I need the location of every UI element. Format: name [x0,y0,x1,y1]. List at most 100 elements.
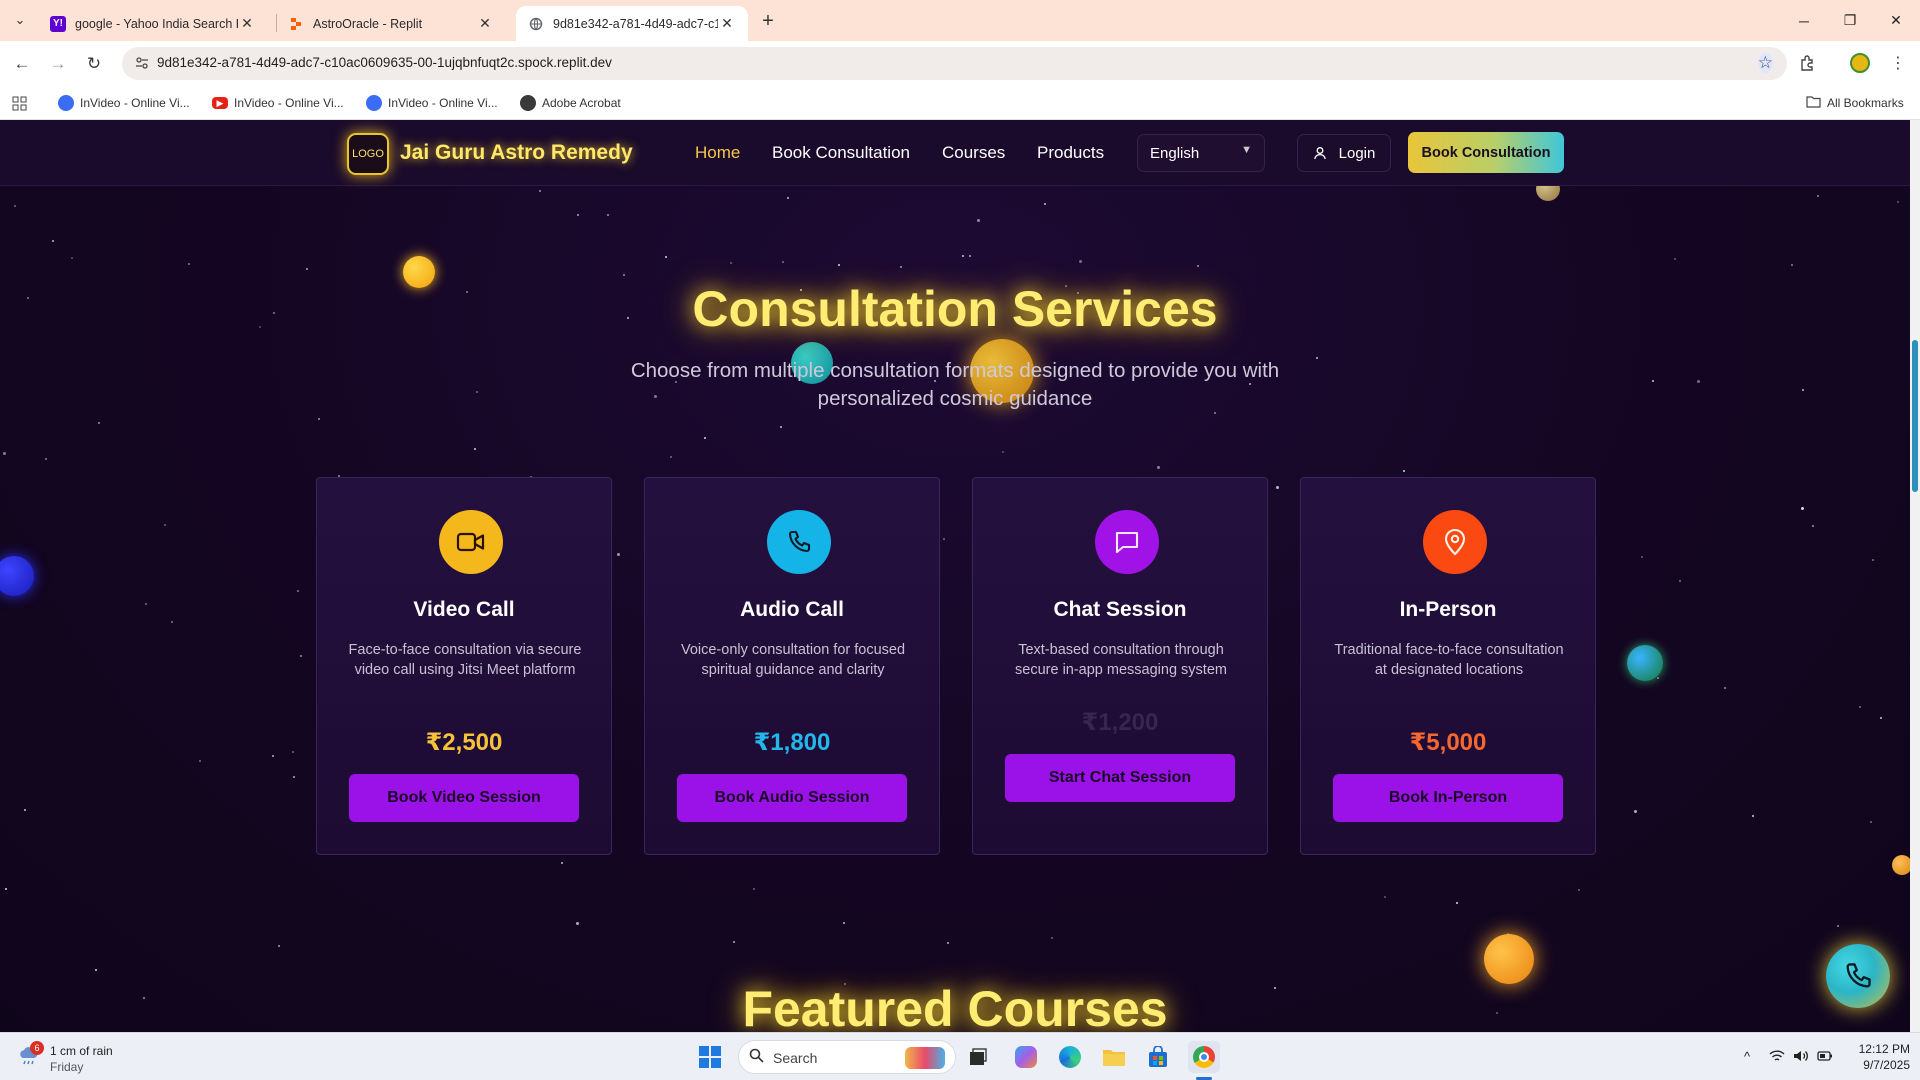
star-dot [1880,717,1882,719]
star-dot [278,945,280,947]
site-logo[interactable]: LOGO [347,133,389,175]
card-price: ₹2,500 [425,729,503,756]
nav-courses[interactable]: Courses [942,143,1005,163]
star-dot [733,941,735,943]
card-price: ₹5,000 [1409,729,1487,756]
taskbar-search[interactable]: Search [738,1040,956,1074]
weather-widget[interactable]: 6 1 cm of rain Friday [18,1041,138,1075]
star-dot [52,240,54,242]
task-view-icon[interactable] [962,1041,994,1073]
back-icon[interactable]: ← [9,51,35,77]
card-price: ₹1,200 [1081,709,1159,736]
restore-icon[interactable]: ❐ [1827,0,1873,41]
close-icon[interactable]: ✕ [238,15,256,33]
star-dot [1802,389,1804,391]
close-icon[interactable]: ✕ [476,15,494,33]
star-dot [164,524,166,526]
star-dot [1456,902,1458,904]
card-title: Chat Session [1053,598,1187,621]
bookmark-label: Adobe Acrobat [542,96,621,110]
card-description: Face-to-face consultation via secure vid… [348,642,582,678]
copilot-icon[interactable] [1010,1041,1042,1073]
book-in-person-button[interactable]: Book In-Person [1333,774,1563,822]
nav-home[interactable]: Home [695,143,740,163]
header-book-consultation-button[interactable]: Book Consultation [1408,132,1564,173]
star-dot [947,942,949,944]
battery-icon[interactable] [1816,1047,1834,1065]
tab-active-site[interactable]: 9d81e342-a781-4d49-adc7-c10 ✕ [516,6,748,41]
star-dot [577,214,579,216]
planet-small-orange [1892,855,1910,875]
language-select[interactable]: English ▼ [1137,134,1265,172]
nav-products[interactable]: Products [1037,143,1104,163]
bookmark-invideo-1[interactable]: InVideo - Online Vi... [58,94,190,112]
apps-grid-icon[interactable] [12,94,27,112]
reload-icon[interactable]: ↻ [81,51,107,77]
folder-icon [1806,95,1821,111]
tab-yahoo[interactable]: Y! google - Yahoo India Search Re ✕ [38,6,268,41]
star-dot [670,456,672,458]
all-bookmarks[interactable]: All Bookmarks [1806,94,1904,112]
start-chat-session-button[interactable]: Start Chat Session [1005,754,1235,802]
chrome-icon[interactable] [1188,1041,1220,1073]
acrobat-icon [520,95,536,111]
star-dot [1679,580,1681,582]
login-label: Login [1338,144,1376,162]
star-dot [476,391,478,393]
scrollbar-thumb[interactable] [1912,340,1918,492]
tab-title: 9d81e342-a781-4d49-adc7-c10 [553,16,718,31]
invideo-icon [58,95,74,111]
star-dot [292,751,294,753]
book-video-session-button[interactable]: Book Video Session [349,774,579,822]
star-dot [1051,937,1053,939]
tab-title: google - Yahoo India Search Re [75,16,238,31]
search-placeholder: Search [773,1050,818,1066]
volume-icon[interactable] [1792,1047,1810,1065]
card-chat-session: Chat Session Text-based consultation thr… [972,477,1268,855]
floating-call-button[interactable] [1826,944,1890,1008]
card-in-person: In-Person Traditional face-to-face consu… [1300,477,1596,855]
page-scrollbar[interactable] [1910,120,1920,1032]
profile-avatar[interactable] [1848,51,1872,75]
system-clock[interactable]: 12:12 PM 9/7/2025 [1840,1041,1910,1073]
forward-icon[interactable]: → [45,51,71,77]
bookmark-acrobat[interactable]: Adobe Acrobat [520,94,621,112]
bookmark-invideo-2[interactable]: ▶ InVideo - Online Vi... [212,94,344,112]
extensions-icon[interactable] [1796,51,1820,75]
nav-book-consultation[interactable]: Book Consultation [772,143,910,163]
star-dot [576,922,579,925]
window-close-icon[interactable]: ✕ [1873,0,1919,41]
bookmark-label: InVideo - Online Vi... [234,96,344,110]
star-dot [297,590,299,592]
windows-start-icon[interactable] [694,1041,726,1073]
minimize-icon[interactable]: ─ [1781,0,1827,41]
star-dot [45,458,47,460]
new-tab-icon[interactable]: + [756,9,780,33]
wifi-icon[interactable] [1768,1047,1786,1065]
star-dot [561,862,563,864]
star-dot [1724,687,1726,689]
file-explorer-icon[interactable] [1098,1041,1130,1073]
star-dot [1652,380,1654,382]
bookmark-invideo-3[interactable]: InVideo - Online Vi... [366,94,498,112]
star-dot [617,553,620,556]
url-field[interactable]: 9d81e342-a781-4d49-adc7-c10ac0609635-00-… [122,47,1787,80]
star-dot [1752,815,1754,817]
more-menu-icon[interactable]: ⋮ [1886,51,1910,75]
edge-browser-icon[interactable] [1054,1041,1086,1073]
login-button[interactable]: Login [1297,134,1391,172]
star-dot [1697,380,1700,383]
close-icon[interactable]: ✕ [718,15,736,33]
tab-strip: ⌄ Y! google - Yahoo India Search Re ✕ As… [0,0,1920,41]
brand-name[interactable]: Jai Guru Astro Remedy [400,141,633,165]
star-dot [1157,466,1160,469]
tab-replit[interactable]: AstroOracle - Replit ✕ [276,6,506,41]
chevron-up-icon[interactable]: ^ [1738,1047,1756,1065]
book-audio-session-button[interactable]: Book Audio Session [677,774,907,822]
bookmark-star-icon[interactable]: ☆ [1757,53,1773,73]
tab-search-icon[interactable]: ⌄ [8,8,32,32]
star-dot [300,655,302,657]
site-info-icon[interactable] [134,55,150,71]
microsoft-store-icon[interactable] [1142,1041,1174,1073]
star-dot [1812,525,1814,527]
